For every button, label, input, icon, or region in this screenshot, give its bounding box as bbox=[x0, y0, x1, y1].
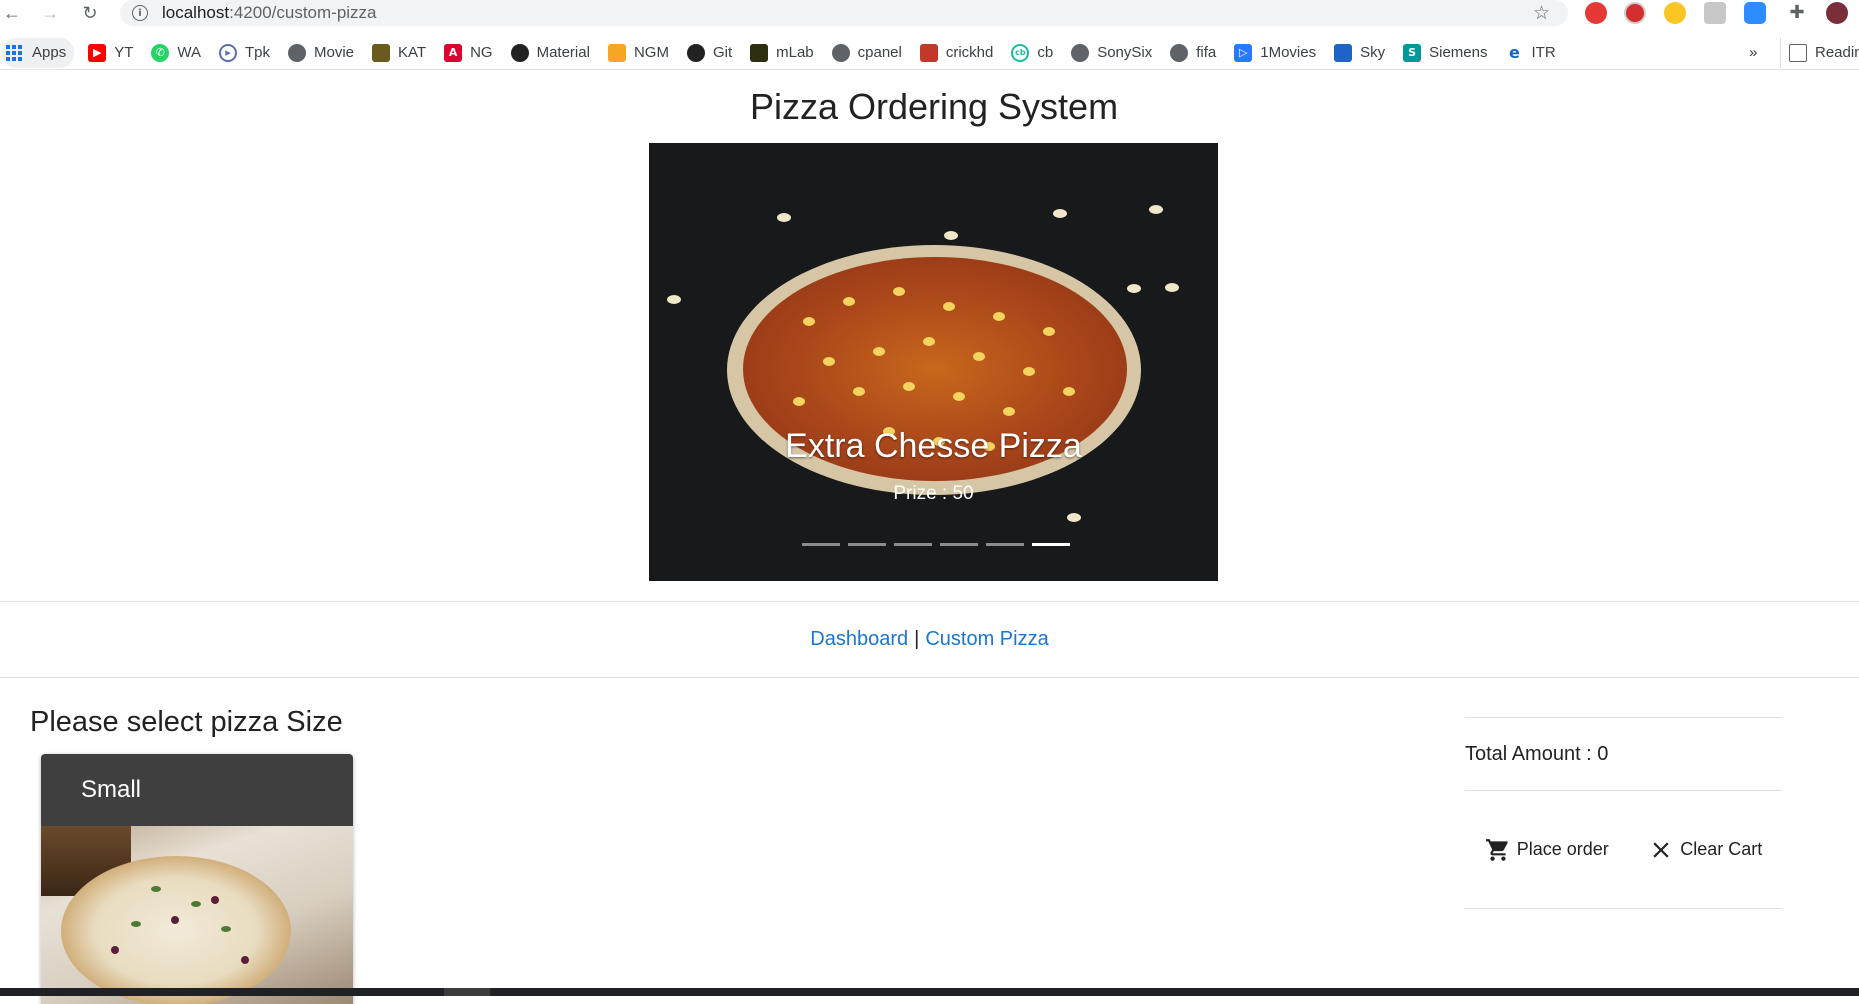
carousel-indicator[interactable] bbox=[802, 543, 840, 546]
bookmark-tpk[interactable]: ▸ Tpk bbox=[215, 38, 274, 68]
reading-list-icon bbox=[1789, 43, 1807, 62]
globe-icon bbox=[831, 43, 850, 62]
bookmark-siemens[interactable]: S Siemens bbox=[1399, 38, 1491, 68]
bookmark-git[interactable]: Git bbox=[683, 38, 736, 68]
size-section-title: Please select pizza Size bbox=[30, 706, 343, 738]
bookmark-material[interactable]: Material bbox=[507, 38, 594, 68]
kat-icon bbox=[372, 43, 391, 62]
cricket-icon bbox=[919, 43, 938, 62]
youtube-icon: ▶ bbox=[88, 43, 107, 62]
carousel-indicators bbox=[802, 543, 1070, 546]
total-amount: Total Amount : 0 bbox=[1465, 742, 1609, 765]
browser-toolbar: ← → ↻ i localhost:4200/custom-pizza ☆ ✚ bbox=[0, 0, 1859, 27]
bookmark-movie[interactable]: Movie bbox=[284, 38, 358, 68]
cart-summary: Total Amount : 0 Place order Clear Cart bbox=[1465, 717, 1782, 909]
scrollbar-thumb[interactable] bbox=[444, 988, 490, 996]
carousel-indicator[interactable] bbox=[986, 543, 1024, 546]
bookmark-kat[interactable]: KAT bbox=[368, 38, 430, 68]
page-title: Pizza Ordering System bbox=[749, 86, 1119, 127]
bookmark-sonysix[interactable]: SonySix bbox=[1067, 38, 1156, 68]
globe-icon bbox=[1170, 43, 1189, 62]
cart-icon bbox=[1485, 838, 1508, 861]
url-text: localhost:4200/custom-pizza bbox=[162, 3, 377, 22]
cb-icon: cb bbox=[1011, 43, 1030, 62]
bookmarks-bar: Apps ▶ YT ✆ WA ▸ Tpk Movie KAT A NG Material… bbox=[0, 36, 1859, 70]
globe-icon bbox=[1071, 43, 1090, 62]
bookmark-sky[interactable]: Sky bbox=[1330, 38, 1389, 68]
ngm-icon bbox=[607, 43, 626, 62]
bookmarks-overflow-icon[interactable]: » bbox=[1745, 38, 1761, 68]
sky-icon bbox=[1334, 43, 1353, 62]
bookmark-cpanel[interactable]: cpanel bbox=[828, 38, 906, 68]
close-icon bbox=[1653, 841, 1669, 858]
bookmark-fifa[interactable]: fifa bbox=[1166, 38, 1220, 68]
nav-separator: | bbox=[914, 628, 920, 650]
bookmark-itr[interactable]: e ITR bbox=[1501, 38, 1559, 68]
bookmark-1movies[interactable]: ▷ 1Movies bbox=[1230, 38, 1320, 68]
clear-cart-button[interactable]: Clear Cart bbox=[1638, 829, 1772, 871]
horizontal-scrollbar[interactable] bbox=[0, 988, 1859, 996]
carousel-slide-title: Extra Chesse Pizza bbox=[785, 427, 1082, 465]
cart-actions: Place order Clear Cart bbox=[1465, 791, 1782, 908]
bookmark-star-icon[interactable]: ☆ bbox=[1533, 2, 1550, 24]
size-card-image bbox=[41, 826, 353, 1004]
bookmark-crickhd[interactable]: crickhd bbox=[916, 38, 998, 68]
extension-shield-icon[interactable] bbox=[1624, 2, 1646, 24]
globe-icon bbox=[288, 43, 306, 62]
bookmark-wa[interactable]: ✆ WA bbox=[147, 38, 205, 68]
site-info-icon[interactable]: i bbox=[132, 5, 148, 21]
apps-grid-icon bbox=[6, 44, 22, 61]
bookmark-apps[interactable]: Apps bbox=[2, 37, 75, 68]
github-icon bbox=[686, 43, 705, 62]
material-icon bbox=[510, 43, 529, 62]
reload-icon[interactable]: ↻ bbox=[78, 1, 102, 25]
extension-zoom-icon[interactable] bbox=[1744, 2, 1766, 24]
bookmark-yt[interactable]: ▶ YT bbox=[84, 38, 137, 68]
carousel-slide-price: Prize : 50 bbox=[893, 483, 974, 504]
tpk-icon: ▸ bbox=[218, 43, 237, 62]
angular-icon: A bbox=[444, 43, 463, 62]
extension-gray-icon[interactable] bbox=[1704, 2, 1726, 24]
size-card-small[interactable]: Small bbox=[41, 754, 353, 1004]
size-card-title: Small bbox=[41, 754, 353, 826]
extension-moon-icon[interactable] bbox=[1664, 2, 1686, 24]
carousel-indicator-active[interactable] bbox=[1032, 543, 1070, 546]
profile-avatar[interactable] bbox=[1826, 2, 1848, 24]
extensions-puzzle-icon[interactable]: ✚ bbox=[1786, 2, 1808, 24]
carousel-indicator[interactable] bbox=[940, 543, 978, 546]
bookmark-ngm[interactable]: NGM bbox=[604, 38, 673, 68]
1movies-icon: ▷ bbox=[1234, 43, 1253, 62]
bookmark-ng[interactable]: A NG bbox=[440, 38, 497, 68]
bookmark-cb[interactable]: cb cb bbox=[1007, 38, 1057, 68]
nav-link-custom-pizza[interactable]: Custom Pizza bbox=[925, 628, 1048, 651]
address-bar[interactable]: i localhost:4200/custom-pizza ☆ bbox=[120, 0, 1568, 26]
bookmark-mlab[interactable]: mLab bbox=[746, 38, 818, 68]
ie-icon: e bbox=[1505, 43, 1524, 62]
forward-icon[interactable]: → bbox=[38, 1, 62, 25]
reading-list[interactable]: Reading bbox=[1780, 37, 1859, 68]
divider bbox=[1465, 908, 1782, 909]
carousel-indicator[interactable] bbox=[848, 543, 886, 546]
extension-adblock-icon[interactable] bbox=[1585, 2, 1607, 24]
whatsapp-icon: ✆ bbox=[151, 43, 170, 62]
place-order-button[interactable]: Place order bbox=[1475, 829, 1619, 871]
back-icon[interactable]: ← bbox=[0, 1, 24, 25]
main-nav: Dashboard | Custom Pizza bbox=[0, 601, 1859, 678]
siemens-icon: S bbox=[1403, 43, 1422, 62]
mlab-icon bbox=[750, 43, 769, 62]
pizza-carousel[interactable]: Extra Chesse Pizza Prize : 50 bbox=[649, 143, 1218, 581]
nav-link-dashboard[interactable]: Dashboard bbox=[810, 628, 908, 651]
carousel-indicator[interactable] bbox=[894, 543, 932, 546]
